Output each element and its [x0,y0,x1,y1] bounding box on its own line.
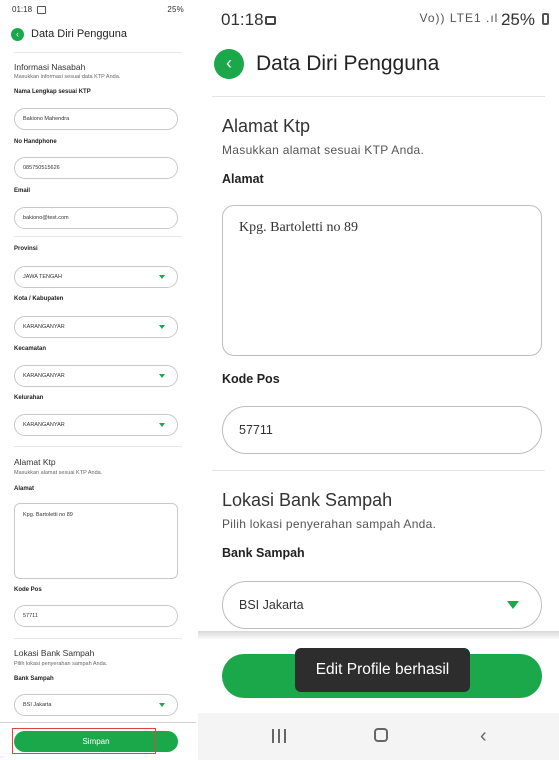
email-field[interactable]: bakiono@test.com [14,207,178,229]
back-button[interactable]: ‹ [11,28,24,41]
page-title: Data Diri Pengguna [256,52,440,75]
highlight-box [12,728,156,754]
status-bar: 01:18 25% [0,5,196,19]
provinsi-value: JAWA TENGAH [23,274,62,280]
label-email: Email [14,188,31,194]
section-subtitle-bank: Pilih lokasi penyerahan sampah Anda. [222,517,437,531]
chevron-down-icon [159,703,165,707]
divider [212,470,545,471]
label-kodepos: Kode Pos [14,587,42,593]
battery-icon [542,13,549,25]
section-subtitle-bank: Pilih lokasi penyerahan sampah Anda. [14,661,108,667]
home-icon[interactable] [374,728,388,742]
status-time: 01:18 [12,5,33,14]
section-subtitle-alamat: Masukkan alamat sesuai KTP Anda. [222,143,425,157]
divider [212,96,545,97]
section-subtitle-alamat: Masukkan alamat sesuai KTP Anda. [14,470,103,476]
chevron-down-icon [507,601,519,609]
status-bar: 01:18 Vo)) LTE1 .ıl .ıl 25% [198,6,559,32]
handphone-field[interactable]: 085750515626 [14,157,178,179]
status-battery: 25% [500,10,535,29]
right-zoomed-screenshot: 01:18 Vo)) LTE1 .ıl .ıl 25% ‹ Data Diri … [198,0,559,760]
bank-select[interactable]: BSI Jakarta [222,581,542,629]
label-alamat: Alamat [14,486,35,492]
label-nama: Nama Lengkap sesuai KTP [14,89,91,95]
section-title-alamat: Alamat Ktp [14,457,56,467]
divider [14,446,182,447]
section-title-informasi: Informasi Nasabah [14,62,86,72]
kelurahan-value: KARANGANYAR [23,422,65,428]
chevron-down-icon [159,423,165,427]
section-title-alamat: Alamat Ktp [222,116,311,136]
app-header: ‹ Data Diri Pengguna [198,46,559,86]
app-header: ‹ Data Diri Pengguna [0,26,196,46]
label-bank: Bank Sampah [222,546,305,560]
image-notification-icon [265,16,276,25]
section-subtitle-informasi: Masukkan informasi sesuai data KTP Anda. [14,74,121,80]
kecamatan-value: KARANGANYAR [23,373,65,379]
alamat-textarea[interactable]: Kpg. Bartoletti no 89 [222,205,542,356]
provinsi-select[interactable]: JAWA TENGAH [14,266,178,288]
android-nav-bar: ‹ [198,713,559,760]
back-button[interactable]: ‹ [214,49,244,79]
divider [14,236,182,237]
bank-value: BSI Jakarta [23,702,52,708]
chevron-down-icon [159,325,165,329]
nama-field[interactable]: Bakiono Mahendra [14,108,178,130]
status-time: 01:18 [221,10,264,29]
label-bank: Bank Sampah [14,676,54,682]
kodepos-field[interactable]: 57711 [14,605,178,627]
toast-message: Edit Profile berhasil [295,648,470,692]
label-kota: Kota / Kabupaten [14,296,64,302]
divider [14,52,182,53]
image-notification-icon [37,6,46,14]
divider [0,722,196,723]
label-kelurahan: Kelurahan [14,395,44,401]
page-title: Data Diri Pengguna [31,28,128,40]
label-kecamatan: Kecamatan [14,346,47,352]
back-icon[interactable]: ‹ [480,725,487,748]
bank-value: BSI Jakarta [239,598,304,612]
alamat-textarea[interactable]: Kpg. Bartoletti no 89 [14,503,178,579]
chevron-down-icon [159,374,165,378]
label-alamat: Alamat [222,172,264,186]
kodepos-field[interactable]: 57711 [222,406,542,454]
kota-select[interactable]: KARANGANYAR [14,316,178,338]
kecamatan-select[interactable]: KARANGANYAR [14,365,178,387]
bank-select[interactable]: BSI Jakarta [14,694,178,716]
section-title-bank: Lokasi Bank Sampah [222,490,393,510]
recent-apps-icon[interactable] [272,729,288,743]
label-kodepos: Kode Pos [222,372,280,386]
bottom-bar-shadow [198,631,559,639]
chevron-down-icon [159,275,165,279]
kelurahan-select[interactable]: KARANGANYAR [14,414,178,436]
divider [14,638,182,639]
left-full-screenshot: 01:18 25% ‹ Data Diri Pengguna Informasi… [0,0,196,760]
status-battery: 25% [167,5,184,14]
kota-value: KARANGANYAR [23,324,65,330]
section-title-bank: Lokasi Bank Sampah [14,648,95,658]
label-provinsi: Provinsi [14,246,38,252]
label-handphone: No Handphone [14,139,57,145]
